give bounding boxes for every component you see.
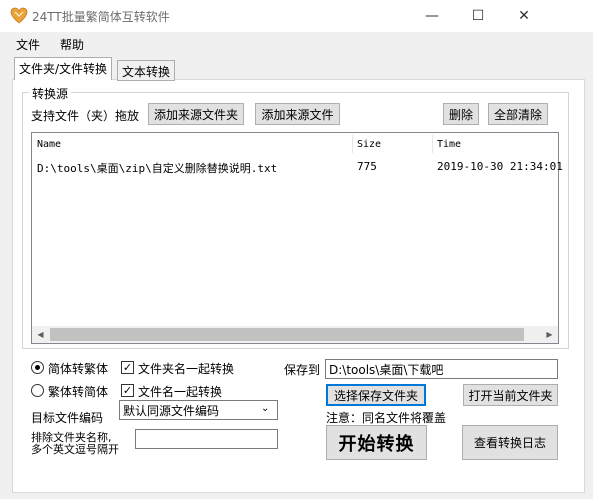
table-row-name[interactable]: D:\tools\桌面\zip\自定义删除替换说明.txt: [37, 160, 277, 176]
exclude-folder-label-line2: 多个英文逗号隔开: [31, 443, 119, 456]
minimize-button[interactable]: —: [409, 0, 455, 32]
close-button[interactable]: ✕: [501, 0, 547, 32]
scroll-right-arrow-icon[interactable]: ▶: [541, 326, 558, 343]
window-title: 24TT批量繁简体互转软件: [32, 10, 170, 24]
checkbox-folder-name-label[interactable]: 文件夹名一起转换: [138, 360, 234, 377]
maximize-button[interactable]: ☐: [455, 0, 501, 32]
scrollbar-thumb[interactable]: [50, 328, 524, 341]
chevron-down-icon: ⌄: [261, 403, 270, 414]
drag-drop-label: 支持文件（夹）拖放: [31, 109, 140, 123]
start-convert-button[interactable]: 开始转换: [326, 425, 427, 460]
checkbox-file-name-label[interactable]: 文件名一起转换: [138, 383, 222, 400]
checkbox-file-name[interactable]: ✓: [121, 384, 134, 397]
overwrite-note: 注意：同名文件将覆盖: [326, 411, 447, 425]
radio-traditional-to-simplified[interactable]: [31, 384, 44, 397]
source-group-title: 转换源: [29, 85, 72, 102]
save-path-input[interactable]: D:\tools\桌面\下载吧: [325, 359, 558, 379]
checkbox-folder-name[interactable]: ✓: [121, 361, 134, 374]
add-source-file-button[interactable]: 添加来源文件: [255, 103, 340, 125]
delete-button[interactable]: 删除: [443, 103, 479, 125]
tab-folder-file-convert[interactable]: 文件夹/文件转换: [14, 57, 113, 80]
target-encoding-label: 目标文件编码: [31, 411, 104, 425]
menu-file[interactable]: 文件: [16, 36, 40, 53]
choose-save-folder-button[interactable]: 选择保存文件夹: [326, 384, 426, 406]
open-current-folder-button[interactable]: 打开当前文件夹: [463, 384, 558, 406]
column-header-time[interactable]: Time: [437, 139, 461, 150]
save-to-label: 保存到: [284, 363, 321, 377]
radio-traditional-to-simplified-label[interactable]: 繁体转简体: [48, 383, 108, 400]
radio-simplified-to-traditional-label[interactable]: 简体转繁体: [48, 360, 108, 377]
encoding-select[interactable]: 默认同源文件编码: [119, 400, 278, 420]
encoding-select-value: 默认同源文件编码: [123, 404, 220, 418]
tab-text-convert[interactable]: 文本转换: [117, 60, 176, 81]
column-divider: [432, 135, 433, 153]
column-header-size[interactable]: Size: [357, 139, 381, 150]
table-row-size: 775: [357, 160, 377, 173]
column-header-name[interactable]: Name: [37, 139, 61, 150]
radio-simplified-to-traditional[interactable]: [31, 361, 44, 374]
scroll-left-arrow-icon[interactable]: ◀: [32, 326, 49, 343]
menu-bar: [0, 32, 593, 54]
view-log-button[interactable]: 查看转换日志: [462, 425, 558, 460]
clear-all-button[interactable]: 全部清除: [488, 103, 548, 125]
menu-help[interactable]: 帮助: [60, 36, 84, 53]
add-source-folder-button[interactable]: 添加来源文件夹: [148, 103, 244, 125]
table-row-time: 2019-10-30 21:34:01: [437, 160, 563, 173]
column-divider: [352, 135, 353, 153]
app-logo-icon: [10, 7, 28, 24]
exclude-folder-input[interactable]: [135, 429, 278, 449]
